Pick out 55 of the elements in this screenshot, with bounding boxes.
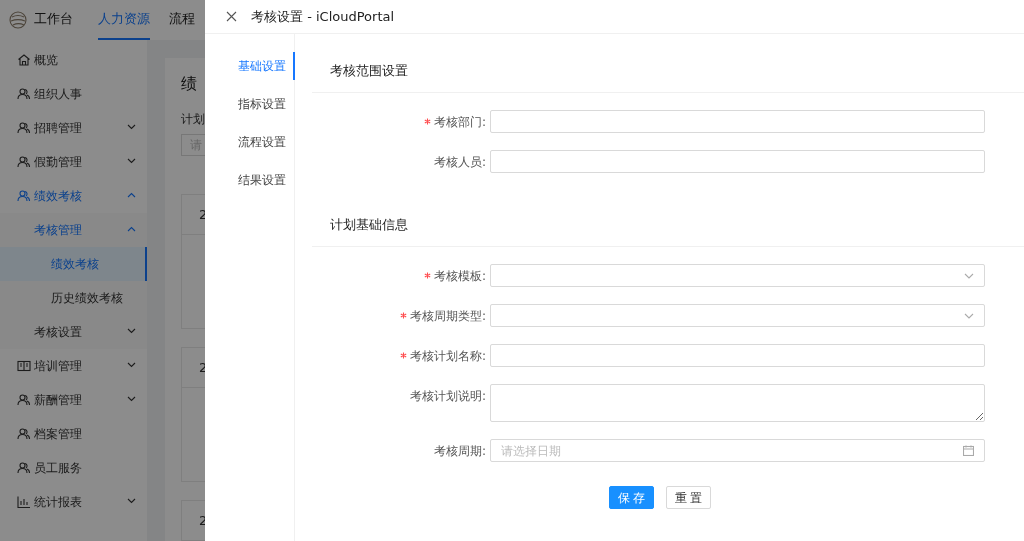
- calendar-icon: [963, 445, 974, 456]
- person-icon: [17, 155, 31, 169]
- settings-tab[interactable]: 流程设置: [205, 128, 295, 156]
- settings-tab[interactable]: 指标设置: [205, 90, 295, 118]
- close-button[interactable]: [226, 11, 237, 22]
- save-button[interactable]: 保 存: [609, 486, 654, 509]
- chevron-down-icon: [964, 312, 974, 319]
- settings-tab[interactable]: 结果设置: [205, 166, 295, 194]
- person-icon: [17, 87, 31, 101]
- chart-icon: [17, 495, 31, 509]
- sidebar-item[interactable]: 历史绩效考核: [0, 281, 147, 315]
- page-title: 绩: [181, 73, 198, 95]
- sidebar-item[interactable]: 培训管理: [0, 349, 147, 383]
- input-field[interactable]: [490, 150, 985, 173]
- field-label: 考核周期:: [433, 442, 486, 460]
- field-label: 考核计划说明:: [409, 387, 486, 405]
- field-label: 考核人员:: [433, 153, 486, 171]
- sidebar-item[interactable]: 考核设置: [0, 315, 147, 349]
- nav-tab[interactable]: 工作台: [34, 0, 73, 40]
- input-field[interactable]: [490, 344, 985, 367]
- field-label: 考核模板:: [433, 267, 486, 285]
- sidebar-item[interactable]: 员工服务: [0, 451, 147, 485]
- book-icon: [17, 359, 31, 373]
- sidebar-item[interactable]: 概览: [0, 43, 147, 77]
- filter-label: 计划: [181, 111, 205, 128]
- sidebar-item[interactable]: 招聘管理: [0, 111, 147, 145]
- sidebar-item[interactable]: 档案管理: [0, 417, 147, 451]
- settings-tab[interactable]: 基础设置: [205, 52, 295, 80]
- nav-tab[interactable]: 流程: [169, 0, 195, 40]
- logo-icon: [8, 9, 28, 31]
- field-label: 考核周期类型:: [409, 307, 486, 325]
- select-field[interactable]: [490, 304, 985, 327]
- sidebar-item[interactable]: 绩效考核: [0, 247, 147, 281]
- sidebar-item[interactable]: 薪酬管理: [0, 383, 147, 417]
- sidebar-item[interactable]: 绩效考核: [0, 179, 147, 213]
- sidebar-item[interactable]: 组织人事: [0, 77, 147, 111]
- person-icon: [17, 461, 31, 475]
- select-field[interactable]: [490, 264, 985, 287]
- input-field[interactable]: [490, 110, 985, 133]
- sidebar-item[interactable]: 假勤管理: [0, 145, 147, 179]
- person-icon: [17, 121, 31, 135]
- section-title: 计划基础信息: [330, 216, 408, 234]
- textarea-field[interactable]: [490, 384, 985, 422]
- chevron-down-icon: [964, 272, 974, 279]
- field-label: 考核部门:: [433, 113, 486, 131]
- sidebar-item[interactable]: 考核管理: [0, 213, 147, 247]
- sidebar-item[interactable]: 统计报表: [0, 485, 147, 519]
- drawer-title: 考核设置 - iCloudPortal: [251, 7, 395, 26]
- home-icon: [17, 53, 31, 67]
- person-icon: [17, 393, 31, 407]
- field-label: 考核计划名称:: [409, 347, 486, 365]
- person-icon: [17, 427, 31, 441]
- person-icon: [17, 189, 31, 203]
- section-title: 考核范围设置: [330, 62, 408, 80]
- reset-button[interactable]: 重 置: [666, 486, 711, 509]
